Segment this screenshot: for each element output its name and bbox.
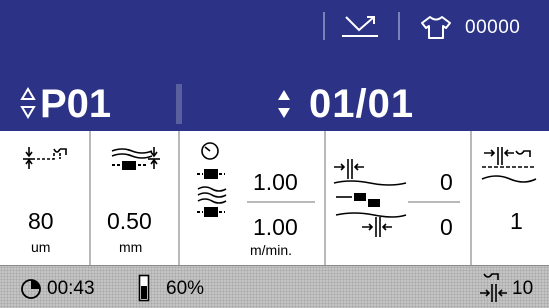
speed-icon	[197, 142, 227, 217]
seam-length-unit: um	[31, 239, 51, 255]
offset-top-value: 0	[440, 169, 453, 195]
feed-unit: mm	[119, 239, 143, 255]
offset-divider	[408, 201, 460, 203]
column-divider	[324, 131, 326, 265]
speed-bottom-value: 1.00	[253, 214, 298, 240]
step-number[interactable]: 01/01	[309, 78, 414, 130]
offset-bottom-value: 0	[440, 214, 453, 240]
speed-divider	[247, 201, 315, 203]
shirt-icon[interactable]	[418, 14, 454, 40]
count-icon	[481, 147, 537, 183]
program-number[interactable]: P01	[40, 78, 111, 130]
timer-value: 00:43	[47, 278, 95, 299]
speed-top-value: 1.00	[253, 169, 298, 195]
status-separator	[398, 12, 400, 40]
level-percent: 60%	[166, 278, 205, 299]
level-gauge-icon	[138, 274, 150, 302]
column-divider	[89, 131, 91, 265]
status-separator	[323, 12, 325, 40]
column-divider	[178, 131, 180, 265]
feed-icon	[111, 147, 160, 170]
parameter-panel: 80 um 0.50 mm 1.00 1.00 m/min. 0 0 1	[0, 131, 549, 265]
stitch-count-icon	[480, 273, 507, 302]
seam-length-value: 80	[28, 208, 54, 234]
program-step-divider	[176, 84, 182, 124]
thread-tension-icon[interactable]	[340, 14, 380, 40]
feed-value: 0.50	[107, 208, 152, 234]
clock-icon	[21, 279, 41, 299]
program-bar: P01 01/01	[0, 76, 549, 131]
offset-icon	[333, 159, 407, 237]
speed-unit: m/min.	[250, 242, 292, 258]
program-select-arrows-icon[interactable]	[20, 87, 36, 119]
seam-length-icon	[23, 147, 67, 169]
bottom-status-bar: 00:43 60% 10	[0, 265, 549, 308]
step-select-arrows-icon[interactable]	[276, 88, 292, 120]
machine-screen: 00000 P01 01/01 80 um 0.50 mm 1.00 1.00 …	[0, 0, 549, 308]
stitch-count-value: 10	[512, 278, 534, 299]
column-divider	[470, 131, 472, 265]
piece-counter[interactable]: 00000	[465, 17, 520, 39]
count-value: 1	[510, 208, 523, 234]
top-status-bar: 00000	[0, 0, 549, 76]
